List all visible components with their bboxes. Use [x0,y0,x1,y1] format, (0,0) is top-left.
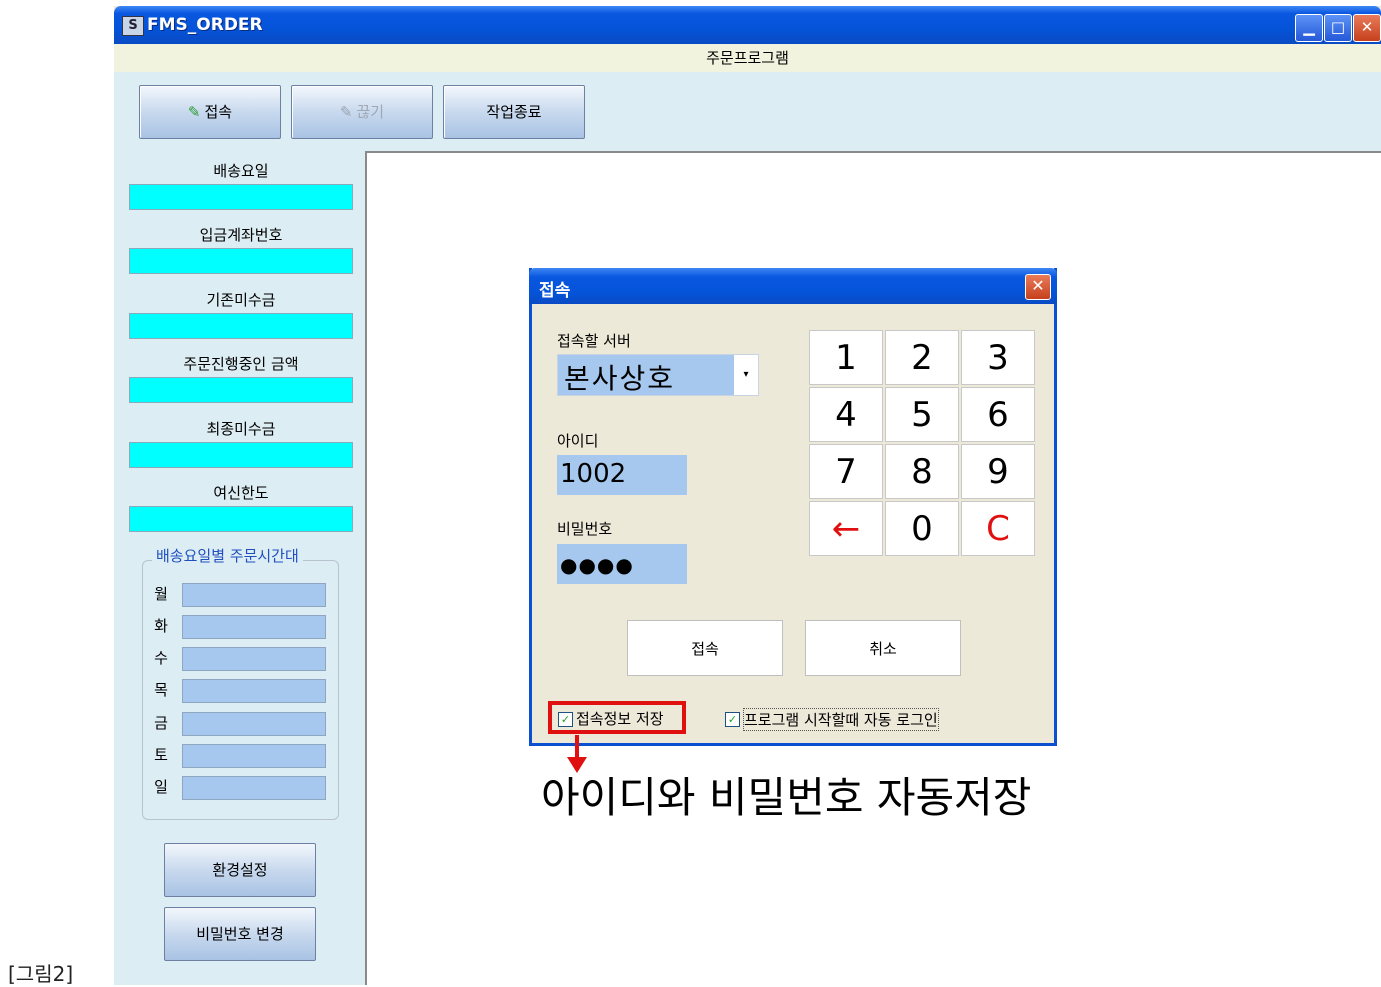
final-receivable-label: 최종미수금 [206,420,276,438]
connect-button[interactable]: ✎ 접속 [139,85,281,139]
dialog-close-icon[interactable]: ✕ [1025,274,1051,300]
keypad-6[interactable]: 6 [961,387,1035,442]
keypad-2[interactable]: 2 [885,330,959,385]
credit-limit-label: 여신한도 [213,484,269,502]
order-time-group-title: 배송요일별 주문시간대 [152,545,303,566]
change-password-button[interactable]: 비밀번호 변경 [164,907,316,961]
unplug-icon: ✎ [339,103,353,121]
plug-icon: ✎ [187,103,201,121]
minimize-icon[interactable]: ▁ [1295,14,1323,42]
keypad-backspace[interactable]: ← [809,501,883,556]
keypad-clear[interactable]: C [961,501,1035,556]
day-field-sat[interactable] [182,744,326,768]
day-field-thu[interactable] [182,679,326,703]
keypad-9[interactable]: 9 [961,444,1035,499]
day-field-fri[interactable] [182,712,326,736]
dialog-connect-button[interactable]: 접속 [627,620,783,676]
keypad-0[interactable]: 0 [885,501,959,556]
existing-receivable-label: 기존미수금 [206,291,276,309]
keypad-7[interactable]: 7 [809,444,883,499]
server-select-value: 본사상호 [564,362,676,395]
final-receivable-field [129,442,353,468]
delivery-day-label: 배송요일 [213,162,269,180]
day-label-mon: 월 [154,585,168,603]
day-label-wed: 수 [154,649,168,667]
day-field-sun[interactable] [182,776,326,800]
maximize-icon[interactable]: □ [1324,14,1352,42]
password-label: 비밀번호 [557,520,613,538]
keypad-4[interactable]: 4 [809,387,883,442]
id-field-value: 1002 [560,459,627,489]
dialog-cancel-button[interactable]: 취소 [805,620,961,676]
password-field-value: ●●●● [560,553,634,577]
password-field[interactable]: ●●●● [557,544,687,584]
highlight-box [548,701,686,734]
dialog-title: 접속 [539,281,571,301]
auto-login-checkbox[interactable]: ✓ [725,712,740,727]
keypad-5[interactable]: 5 [885,387,959,442]
delivery-day-field [129,184,353,210]
app-icon: S [122,16,144,36]
close-icon[interactable]: ✕ [1353,14,1381,42]
day-label-sun: 일 [154,778,168,796]
exit-button[interactable]: 작업종료 [443,85,585,139]
pending-order-amount-field [129,377,353,403]
day-label-fri: 금 [154,714,168,732]
day-label-thu: 목 [154,681,168,699]
pending-order-amount-label: 주문진행중인 금액 [183,355,299,373]
keypad-1[interactable]: 1 [809,330,883,385]
dialog-title-bar[interactable]: 접속 ✕ [529,268,1057,304]
server-select[interactable]: 본사상호 ▾ [557,354,759,396]
credit-limit-field [129,506,353,532]
day-field-mon[interactable] [182,583,326,607]
disconnect-button[interactable]: ✎ 끊기 [291,85,433,139]
day-field-wed[interactable] [182,647,326,671]
keypad-8[interactable]: 8 [885,444,959,499]
deposit-account-field [129,248,353,274]
annotation-text: 아이디와 비밀번호 자동저장 [541,773,1032,822]
chevron-down-icon[interactable]: ▾ [734,355,758,395]
id-label: 아이디 [557,432,599,450]
connect-dialog: 접속 ✕ 접속할 서버 본사상호 ▾ 아이디 1002 비밀번호 ●●●● 1 … [529,268,1057,746]
id-field[interactable]: 1002 [557,455,687,495]
day-label-tue: 화 [154,617,168,635]
title-bar[interactable]: S FMS_ORDER ▁ □ ✕ [114,6,1381,44]
disconnect-button-label: 끊기 [356,103,385,121]
settings-button[interactable]: 환경설정 [164,843,316,897]
server-label: 접속할 서버 [557,332,631,350]
keypad-3[interactable]: 3 [961,330,1035,385]
day-field-tue[interactable] [182,615,326,639]
auto-login-label[interactable]: 프로그램 시작할때 자동 로그인 [743,708,939,731]
day-label-sat: 토 [154,746,168,764]
program-subtitle: 주문프로그램 [114,44,1381,72]
figure-caption: [그림2] [8,962,74,986]
existing-receivable-field [129,313,353,339]
window-title: FMS_ORDER [147,15,263,35]
deposit-account-label: 입금계좌번호 [199,226,283,244]
connect-button-label: 접속 [204,103,233,121]
